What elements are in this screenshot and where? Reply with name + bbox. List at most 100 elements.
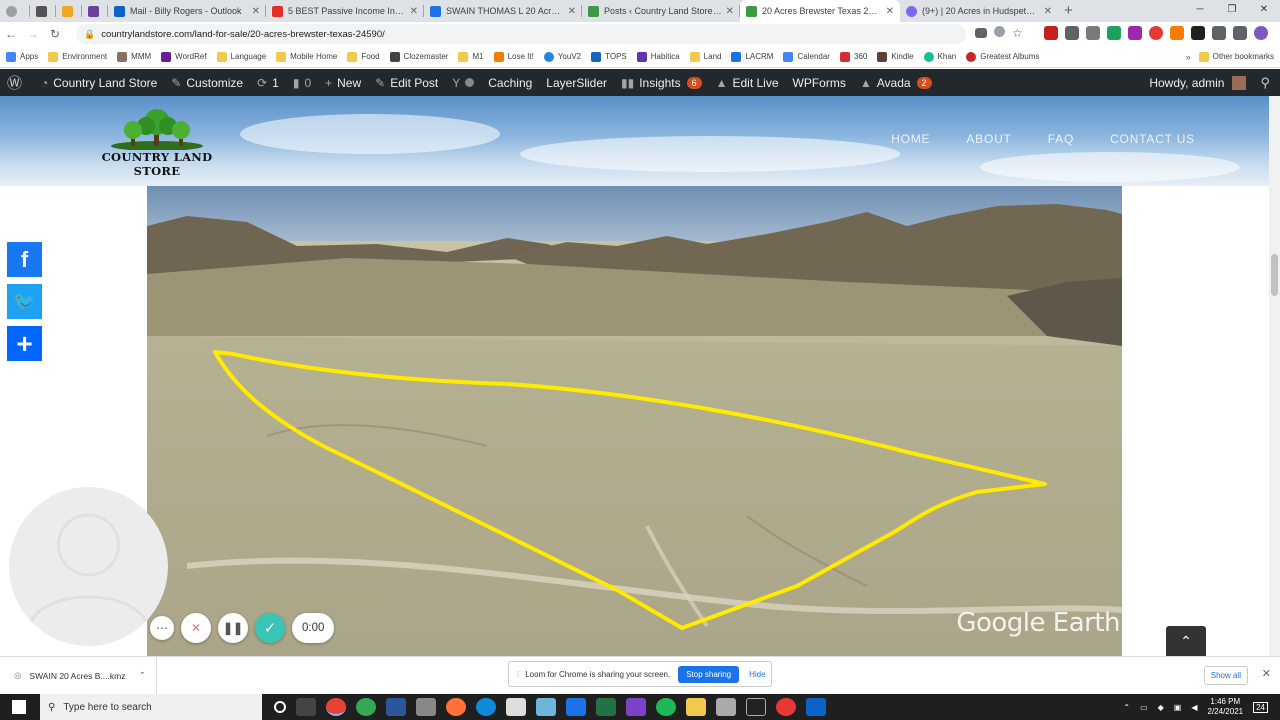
comments-link[interactable]: ▮ 0 <box>286 69 318 96</box>
extension-p-icon[interactable] <box>1191 26 1205 40</box>
bookmark-item[interactable]: Habitica <box>636 51 680 62</box>
bookmark-item[interactable]: Calendar <box>783 51 830 62</box>
finish-recording-button[interactable]: ✓ <box>255 613 285 643</box>
extension-gray-icon[interactable] <box>1086 26 1100 40</box>
close-icon[interactable]: ✕ <box>568 6 576 17</box>
bookmark-item[interactable]: LACRM <box>731 51 773 62</box>
chrome-profile-icon[interactable] <box>356 698 376 716</box>
close-icon[interactable]: ✕ <box>1044 6 1052 17</box>
browser-tab[interactable] <box>56 0 82 22</box>
extension-green-icon[interactable] <box>1107 26 1121 40</box>
bookmark-item[interactable]: M1 <box>458 51 484 62</box>
bookmark-item[interactable]: Kindle <box>877 51 914 62</box>
maximize-button[interactable]: ❐ <box>1216 0 1248 20</box>
volume-icon[interactable]: ◀ <box>1191 703 1197 712</box>
new-content-link[interactable]: + New <box>318 69 368 96</box>
howdy-user-menu[interactable]: Howdy, admin <box>1149 76 1224 90</box>
bookmark-item[interactable]: YouV2 <box>543 51 581 62</box>
spotify-icon[interactable] <box>656 698 676 716</box>
browser-tab-outlook[interactable]: Mail - Billy Rogers - Outlook ✕ <box>108 0 266 22</box>
window-close-button[interactable]: ✕ <box>1248 0 1280 20</box>
share-button[interactable]: + <box>7 326 42 361</box>
app-icon[interactable] <box>776 698 796 716</box>
todo-icon[interactable] <box>566 698 586 716</box>
cancel-recording-button[interactable]: ✕ <box>181 613 211 643</box>
site-name-link[interactable]: ◔ Country Land Store <box>34 69 164 96</box>
bookmark-item[interactable]: Lose It! <box>493 51 534 62</box>
wpforms-link[interactable]: WPForms <box>786 69 853 96</box>
browser-tab-hudspeth[interactable]: (9+) | 20 Acres in Hudspeth Texa ✕ <box>900 0 1058 22</box>
stop-sharing-button[interactable]: Stop sharing <box>678 665 740 683</box>
minimize-button[interactable]: ─ <box>1184 0 1216 20</box>
extension-orange-icon[interactable] <box>1170 26 1184 40</box>
show-all-downloads-button[interactable]: Show all <box>1203 666 1248 685</box>
close-icon[interactable]: ✕ <box>410 6 418 17</box>
browser-tab-posts[interactable]: Posts ‹ Country Land Store — W ✕ <box>582 0 740 22</box>
customize-link[interactable]: ✎ Customize <box>164 69 250 96</box>
app-icon[interactable] <box>626 698 646 716</box>
layerslider-link[interactable]: LayerSlider <box>539 69 614 96</box>
search-icon[interactable]: ⚲ <box>1260 75 1270 91</box>
nav-about[interactable]: ABOUT <box>966 132 1011 146</box>
task-view-icon[interactable] <box>296 698 316 716</box>
puzzle-icon[interactable] <box>1212 26 1226 40</box>
bookmark-item[interactable]: Land <box>689 51 721 62</box>
new-tab-button[interactable]: + <box>1058 0 1079 22</box>
other-bookmarks[interactable]: Other bookmarks <box>1198 51 1274 62</box>
bookmark-item[interactable]: Apps <box>6 51 38 62</box>
site-logo[interactable]: COUNTRY LAND STORE <box>84 106 230 178</box>
close-icon[interactable]: ✕ <box>1262 667 1271 680</box>
yoast-seo-link[interactable]: Y <box>445 69 481 96</box>
nav-faq[interactable]: FAQ <box>1048 132 1074 146</box>
word-icon[interactable] <box>386 698 406 716</box>
file-explorer-icon[interactable] <box>686 698 706 716</box>
nav-home[interactable]: HOME <box>891 132 930 146</box>
wordpress-logo[interactable]: Ⓦ <box>0 69 34 96</box>
windows-start-icon[interactable] <box>12 700 26 714</box>
bookmark-item[interactable]: WordRef <box>161 51 207 62</box>
avada-link[interactable]: ▲ Avada 2 <box>853 69 939 96</box>
hide-button[interactable]: Hide <box>749 670 765 679</box>
kindle-icon[interactable] <box>746 698 766 716</box>
close-icon[interactable]: ✕ <box>726 6 734 17</box>
bookmark-item[interactable]: Khan <box>923 51 956 62</box>
download-item[interactable]: ◎ SWAIN 20 Acres B....kmz ⌃ <box>0 657 157 694</box>
bookmark-item[interactable]: 360 <box>839 51 867 62</box>
caching-link[interactable]: Caching <box>481 69 539 96</box>
browser-tab-youtube[interactable]: 5 BEST Passive Income Investme ✕ <box>266 0 424 22</box>
insights-link[interactable]: ▮▮ Insights 6 <box>614 69 709 96</box>
facebook-share-button[interactable]: f <box>7 242 42 277</box>
extension-purple-icon[interactable] <box>1128 26 1142 40</box>
chevron-up-icon[interactable]: ⌃ <box>1123 703 1130 712</box>
taskbar-search-box[interactable]: ⚲ Type here to search <box>40 694 262 720</box>
edge-icon[interactable] <box>476 698 496 716</box>
bookmark-item[interactable]: Food <box>347 51 380 62</box>
more-options-button[interactable]: ⋯ <box>150 616 174 640</box>
updates-link[interactable]: ⟳ 1 <box>250 69 286 96</box>
close-icon[interactable]: ✕ <box>886 6 894 17</box>
url-bar[interactable]: 🔒 countrylandstore.com/land-for-sale/20-… <box>76 24 966 44</box>
app-icon[interactable] <box>536 698 556 716</box>
system-clock[interactable]: 1:46 PM 2/24/2021 <box>1208 697 1244 717</box>
nav-contact-us[interactable]: CONTACT US <box>1110 132 1195 146</box>
menu-icon[interactable]: ⋮ <box>1275 26 1280 40</box>
cortana-icon[interactable] <box>274 701 286 713</box>
loom-camera-bubble[interactable] <box>9 487 168 646</box>
bookmark-item[interactable]: Environment <box>48 51 107 62</box>
forward-button[interactable]: → <box>22 27 44 41</box>
reload-button[interactable]: ↻ <box>44 27 66 41</box>
page-scrollbar[interactable] <box>1269 96 1280 656</box>
scrollbar-thumb[interactable] <box>1271 254 1278 296</box>
browser-tab[interactable] <box>0 0 30 22</box>
scroll-to-top-button[interactable]: ⌃ <box>1166 626 1206 656</box>
bookmark-item[interactable]: Clozemaster <box>389 51 448 62</box>
close-icon[interactable]: ✕ <box>252 6 260 17</box>
app-icon[interactable] <box>416 698 436 716</box>
aerial-property-image[interactable]: Google Earth <box>147 186 1122 656</box>
bookmark-item[interactable]: Mobile Home <box>276 51 337 62</box>
battery-icon[interactable]: ▭ <box>1140 703 1148 712</box>
network-icon[interactable]: ▣ <box>1174 703 1182 712</box>
dropbox-icon[interactable]: ◆ <box>1158 703 1164 712</box>
back-button[interactable]: ← <box>0 27 22 41</box>
reading-list-icon[interactable] <box>1233 26 1247 40</box>
